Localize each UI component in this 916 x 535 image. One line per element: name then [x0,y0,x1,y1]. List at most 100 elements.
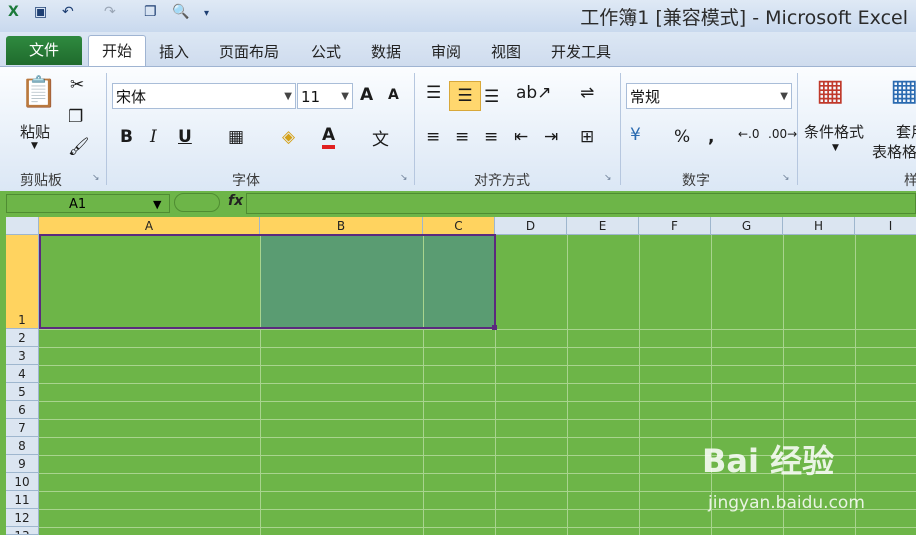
row-header[interactable]: 5 [6,383,39,401]
font-size-combo[interactable]: 11 ▼ [297,83,353,109]
comma-button[interactable]: , [708,127,714,147]
gridline [567,235,568,535]
formula-input[interactable] [246,193,916,214]
italic-button[interactable]: I [150,127,157,147]
number-format-combo[interactable]: 常规 ▼ [626,83,792,109]
paste-icon[interactable]: 📋 [20,75,57,110]
column-header[interactable]: A [39,217,260,235]
row-header[interactable]: 10 [6,473,39,491]
gridline [39,383,916,384]
copy-format-icon[interactable]: ❐ [68,107,83,127]
decrease-indent-icon[interactable]: ⇤ [514,127,528,147]
save-icon[interactable]: ▣ [34,4,47,20]
row-header[interactable]: 7 [6,419,39,437]
align-middle-icon[interactable]: ☰ [449,81,481,111]
tab-file[interactable]: 文件 [6,36,82,65]
alignment-group-label: 对齐方式 [474,173,530,189]
row-header[interactable]: 3 [6,347,39,365]
border-icon[interactable]: ▦ [228,127,244,147]
grow-font-icon[interactable]: A [360,85,373,105]
currency-icon[interactable]: ¥ [630,125,641,145]
tab-developer[interactable]: 开发工具 [551,41,611,62]
row-header[interactable]: 11 [6,491,39,509]
tab-page-layout[interactable]: 页面布局 [219,41,279,62]
gridline [39,329,916,330]
insert-function-icon[interactable]: fx [228,193,243,209]
tab-data[interactable]: 数据 [371,41,401,62]
increase-decimal-icon[interactable]: ←.0 [738,127,760,141]
name-box-value: A1 [69,197,87,212]
number-launcher-icon[interactable]: ↘ [782,173,790,183]
number-format-value: 常规 [630,88,661,106]
print-preview-icon[interactable]: 🔍 [172,4,189,20]
align-center-icon[interactable]: ≡ [455,127,469,147]
font-name-value: 宋体 [116,88,147,106]
wrap-text-icon[interactable]: ⇌ [580,83,594,103]
tab-review[interactable]: 审阅 [431,41,461,62]
column-header[interactable]: G [711,217,783,235]
group-divider [106,73,107,185]
row-header[interactable]: 8 [6,437,39,455]
chevron-down-icon[interactable]: ▼ [153,195,161,214]
merge-center-icon[interactable]: ⊞ [580,127,594,147]
shrink-font-icon[interactable]: A [388,87,399,103]
increase-indent-icon[interactable]: ⇥ [544,127,558,147]
percent-button[interactable]: % [674,127,690,147]
row-header[interactable]: 4 [6,365,39,383]
column-header[interactable]: D [495,217,567,235]
undo-icon[interactable]: ↶ [62,4,74,20]
conditional-format-dropdown-icon[interactable]: ▼ [832,143,839,153]
column-header[interactable]: C [423,217,495,235]
column-header[interactable]: E [567,217,639,235]
name-box[interactable]: A1 ▼ [6,194,170,213]
row-header[interactable]: 2 [6,329,39,347]
font-launcher-icon[interactable]: ↘ [400,173,408,183]
row-header[interactable]: 1 [6,235,39,329]
format-as-table-icon[interactable]: ▦ [890,73,916,108]
row-header[interactable]: 6 [6,401,39,419]
clipboard-launcher-icon[interactable]: ↘ [92,173,100,183]
tab-formulas[interactable]: 公式 [311,41,341,62]
tab-home[interactable]: 开始 [88,35,146,67]
select-all-corner[interactable] [6,217,39,235]
column-header[interactable]: F [639,217,711,235]
cut-icon[interactable]: ✂ [70,75,84,95]
row-header[interactable]: 12 [6,509,39,527]
format-painter-icon[interactable]: 🖌 [68,137,90,157]
gridline [855,235,856,535]
align-right-icon[interactable]: ≡ [484,127,498,147]
excel-app-icon: X [8,4,19,20]
paste-button[interactable]: 粘贴 [20,121,50,142]
column-header[interactable]: B [260,217,423,235]
row-header[interactable]: 13 [6,527,39,535]
worksheet-grid[interactable]: A B C D E F G H I 1 2 3 4 5 6 7 8 9 10 1… [0,217,916,535]
fill-handle[interactable] [492,325,497,330]
paste-dropdown-icon[interactable]: ▼ [31,141,38,151]
chevron-down-icon: ▼ [284,91,292,102]
redo-icon[interactable]: ↷ [104,4,116,20]
customize-toolbar-icon[interactable]: ▾ [204,8,209,19]
underline-button[interactable]: U [178,127,192,147]
tab-insert[interactable]: 插入 [159,41,189,62]
align-left-icon[interactable]: ≡ [426,127,440,147]
alignment-launcher-icon[interactable]: ↘ [604,173,612,183]
formula-bar: A1 ▼ fx [0,191,916,216]
conditional-format-button[interactable]: 条件格式 [804,121,864,142]
align-bottom-icon[interactable]: ☰ [484,87,499,107]
decrease-decimal-icon[interactable]: .00→ [768,127,797,141]
conditional-format-icon[interactable]: ▦ [816,73,844,108]
column-header[interactable]: I [855,217,916,235]
bold-button[interactable]: B [120,127,133,147]
align-top-icon[interactable]: ☰ [426,83,441,103]
fill-color-icon[interactable]: ◈ [282,127,295,147]
row-header[interactable]: 9 [6,455,39,473]
tab-view[interactable]: 视图 [491,41,521,62]
formula-bar-splitter[interactable] [174,193,220,212]
phonetic-icon[interactable]: 文 [372,125,389,150]
orientation-icon[interactable]: ab↗ [516,83,551,103]
font-color-icon[interactable]: A [322,125,336,149]
format-as-table-button[interactable]: 套用 [896,121,916,142]
copy-icon[interactable]: ❐ [144,4,157,20]
font-name-combo[interactable]: 宋体 ▼ [112,83,296,109]
column-header[interactable]: H [783,217,855,235]
